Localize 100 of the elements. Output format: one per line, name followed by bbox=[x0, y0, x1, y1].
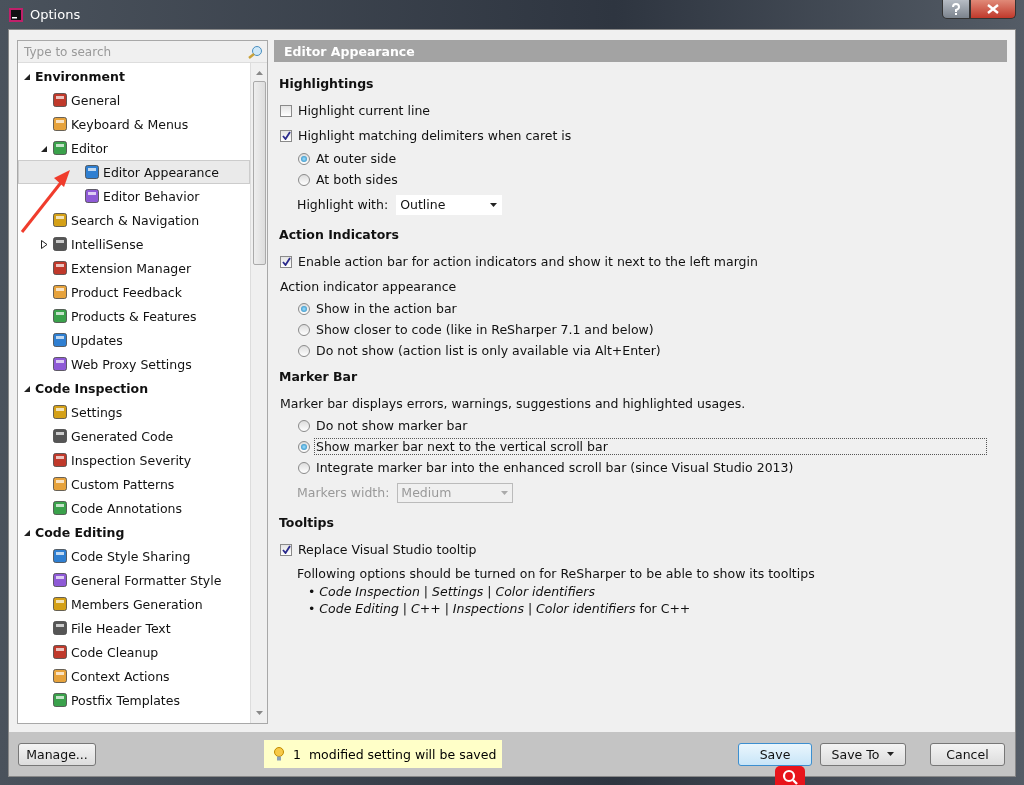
tree-item[interactable]: General bbox=[18, 88, 250, 112]
search-badge[interactable] bbox=[775, 766, 805, 785]
square-icon bbox=[52, 260, 68, 276]
tree-item[interactable]: File Header Text bbox=[18, 616, 250, 640]
tree-item[interactable]: IntelliSense bbox=[18, 232, 250, 256]
square-icon bbox=[52, 548, 68, 564]
footer-button[interactable]: Cancel bbox=[930, 742, 1005, 766]
description-text: Action indicator appearance bbox=[280, 278, 457, 294]
footer-button[interactable]: Save To bbox=[820, 742, 906, 766]
checkbox-label: Highlight current line bbox=[297, 102, 432, 119]
question-mark-icon bbox=[951, 3, 961, 15]
tree-section[interactable]: Environment bbox=[18, 64, 250, 88]
square-icon bbox=[52, 692, 68, 708]
radio-label: Show marker bar next to the vertical scroll bar bbox=[314, 438, 987, 455]
notice-text: 1 modified setting will be saved bbox=[293, 746, 497, 762]
scroll-up-icon[interactable] bbox=[255, 69, 263, 77]
scroll-down-icon[interactable] bbox=[255, 709, 263, 717]
tree-item[interactable]: Code Annotations bbox=[18, 496, 250, 520]
tree-item[interactable]: Members Generation bbox=[18, 592, 250, 616]
tree-item[interactable]: Context Actions bbox=[18, 664, 250, 688]
radio-button[interactable] bbox=[298, 302, 310, 315]
checkbox[interactable] bbox=[280, 543, 292, 556]
tree-item[interactable]: Settings bbox=[18, 400, 250, 424]
tree-item[interactable]: Products & Features bbox=[18, 304, 250, 328]
expanded-triangle-icon[interactable] bbox=[23, 528, 31, 537]
radio-label: Integrate marker bar into the enhanced scroll bar (since Visual Studio 2013) bbox=[315, 459, 795, 476]
dropdown[interactable]: Outline bbox=[396, 194, 503, 215]
radio-label: Show closer to code (like in ReSharper 7.1 and below) bbox=[315, 321, 655, 338]
expanded-triangle-icon[interactable] bbox=[40, 144, 48, 153]
checkbox[interactable] bbox=[280, 255, 292, 268]
close-button[interactable] bbox=[970, 0, 1016, 19]
checkbox-label: Enable action bar for action indicators and show it next to the left margin bbox=[297, 253, 759, 270]
tree-item[interactable]: Extension Manager bbox=[18, 256, 250, 280]
tree-item[interactable]: Generated Code bbox=[18, 424, 250, 448]
footer-button[interactable]: Save bbox=[738, 742, 812, 766]
dropdown-label: Markers width: bbox=[297, 485, 390, 500]
search-box[interactable]: Type to search bbox=[18, 41, 267, 63]
tree-section[interactable]: Code Editing bbox=[18, 520, 250, 544]
search-field[interactable]: Type to search bbox=[22, 43, 247, 60]
tree-item[interactable]: Postfix Templates bbox=[18, 688, 250, 712]
square-icon bbox=[52, 500, 68, 516]
square-icon bbox=[52, 140, 68, 156]
radio-label: Do not show (action list is only available via Alt+Enter) bbox=[315, 342, 662, 359]
checkbox[interactable] bbox=[280, 104, 292, 117]
square-icon bbox=[52, 476, 68, 492]
tree-item[interactable]: Web Proxy Settings bbox=[18, 352, 250, 376]
section-heading: Marker Bar bbox=[279, 369, 359, 385]
scroll-thumb[interactable] bbox=[252, 81, 266, 265]
tree-item[interactable]: Keyboard & Menus bbox=[18, 112, 250, 136]
bullet-text: • Code Inspection | Settings | Color identifiers bbox=[307, 584, 596, 601]
square-icon bbox=[52, 620, 68, 636]
tree-item[interactable]: Updates bbox=[18, 328, 250, 352]
tree-item[interactable]: Code Cleanup bbox=[18, 640, 250, 664]
square-icon bbox=[52, 356, 68, 372]
radio-button[interactable] bbox=[298, 461, 310, 474]
caret-icon bbox=[501, 490, 509, 495]
note-text: Following options should be turned on for ReSharper to be able to show its tooltips bbox=[297, 566, 816, 583]
radio-button[interactable] bbox=[298, 152, 310, 165]
search-icon bbox=[782, 769, 798, 785]
close-icon bbox=[987, 4, 999, 14]
tree-item[interactable]: Search & Navigation bbox=[18, 208, 250, 232]
lightbulb-icon bbox=[274, 746, 284, 762]
radio-label: At both sides bbox=[315, 171, 399, 188]
tree-item[interactable]: Editor Appearance bbox=[18, 160, 250, 184]
square-icon bbox=[52, 116, 68, 132]
annotation-arrow bbox=[20, 170, 70, 233]
dropdown-label: Highlight with: bbox=[297, 197, 389, 212]
expanded-triangle-icon[interactable] bbox=[23, 72, 31, 81]
section-heading: Action Indicators bbox=[279, 227, 400, 243]
description-text: Marker bar displays errors, warnings, suggestions and highlighted usages. bbox=[280, 395, 746, 411]
square-icon bbox=[52, 212, 68, 228]
radio-button[interactable] bbox=[298, 419, 310, 432]
tree-item[interactable]: Product Feedback bbox=[18, 280, 250, 304]
collapsed-triangle-icon[interactable] bbox=[40, 239, 48, 249]
radio-button[interactable] bbox=[298, 440, 310, 453]
help-button[interactable] bbox=[942, 0, 970, 19]
radio-button[interactable] bbox=[298, 323, 310, 336]
square-icon bbox=[52, 308, 68, 324]
checkbox-label: Replace Visual Studio tooltip bbox=[297, 541, 478, 558]
tree-item[interactable]: Inspection Severity bbox=[18, 448, 250, 472]
checkbox-label: Highlight matching delimiters when caret is bbox=[297, 127, 573, 144]
checkbox[interactable] bbox=[280, 129, 292, 142]
expanded-triangle-icon[interactable] bbox=[23, 384, 31, 393]
square-icon bbox=[52, 572, 68, 588]
tree-item[interactable]: Custom Patterns bbox=[18, 472, 250, 496]
radio-button[interactable] bbox=[298, 173, 310, 186]
radio-button[interactable] bbox=[298, 344, 310, 357]
radio-label: At outer side bbox=[315, 150, 398, 167]
manage-button[interactable]: Manage... bbox=[18, 742, 96, 766]
tree-item[interactable]: Editor Behavior bbox=[18, 184, 250, 208]
section-heading: Highlightings bbox=[279, 76, 375, 92]
search-icon bbox=[247, 44, 263, 59]
square-icon bbox=[52, 284, 68, 300]
tree-item[interactable]: General Formatter Style bbox=[18, 568, 250, 592]
caret-icon bbox=[490, 202, 498, 207]
square-icon bbox=[52, 596, 68, 612]
tree-item[interactable]: Code Style Sharing bbox=[18, 544, 250, 568]
tree-section[interactable]: Code Inspection bbox=[18, 376, 250, 400]
tree-item[interactable]: Editor bbox=[18, 136, 250, 160]
scrollbar[interactable] bbox=[250, 63, 267, 723]
